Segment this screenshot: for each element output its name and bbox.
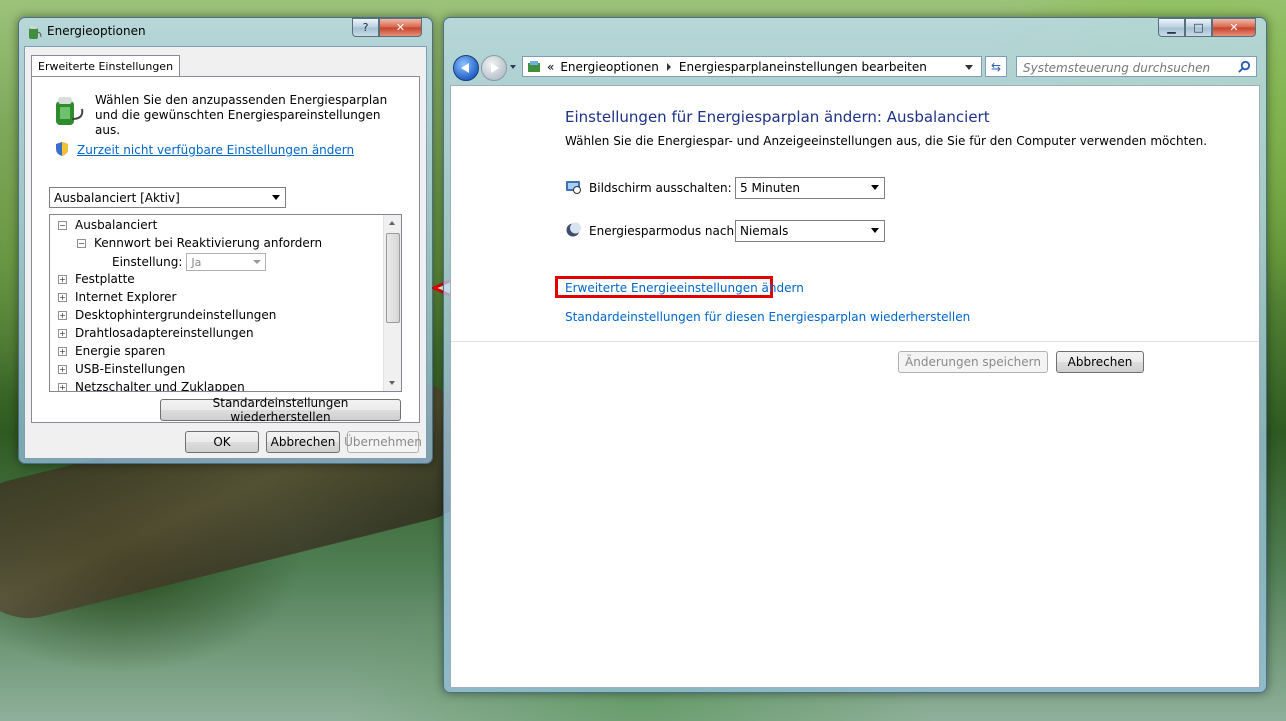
scroll-down-icon[interactable] [389, 381, 395, 385]
expand-icon[interactable]: + [58, 292, 67, 302]
sleep-moon-icon [566, 222, 581, 237]
tree-item-label: Internet Explorer [75, 290, 177, 304]
tree-item-label: Festplatte [75, 272, 135, 286]
display-off-value: 5 Minuten [740, 181, 801, 195]
address-dropdown-icon[interactable] [965, 65, 973, 70]
dialog-client: Erweiterte Einstellungen Wählen Sie den … [24, 46, 427, 459]
save-changes-button[interactable]: Änderungen speichern [898, 351, 1048, 373]
power-options-dialog: Energieoptionen ? ✕ Erweiterte Einstellu… [18, 17, 433, 464]
tree-setting-row: Einstellung: Ja [112, 253, 267, 271]
help-button[interactable]: ? [352, 18, 379, 37]
collapse-icon[interactable]: − [58, 220, 67, 230]
sleep-value: Niemals [740, 224, 789, 238]
expand-icon[interactable]: + [58, 346, 67, 356]
tree-item-label: Ausbalanciert [75, 218, 158, 232]
page-title: Einstellungen für Energiesparplan ändern… [565, 108, 990, 126]
tree-item-root[interactable]: − Ausbalanciert [58, 216, 157, 234]
search-input[interactable] [1021, 58, 1235, 77]
forward-arrow-icon [491, 63, 499, 73]
setting-select[interactable]: Ja [186, 253, 267, 271]
tab-panel: Wählen Sie den anzupassenden Energiespar… [31, 76, 420, 424]
dialog-description: Wählen Sie den anzupassenden Energiespar… [95, 93, 388, 137]
display-off-label: Bildschirm ausschalten: [589, 181, 732, 195]
breadcrumb-prefix: « [547, 59, 555, 74]
tree-item-label: Desktophintergrundeinstellungen [75, 308, 277, 322]
tree-scrollbar[interactable] [383, 215, 401, 391]
expand-icon[interactable]: + [58, 382, 67, 391]
tab-label: Erweiterte Einstellungen [38, 59, 174, 73]
refresh-button[interactable]: ⇆ [985, 56, 1007, 77]
power-plan-icon [29, 26, 42, 39]
dialog-titlebar[interactable]: Energieoptionen ? ✕ [19, 18, 432, 46]
tree-item-password[interactable]: − Kennwort bei Reaktivierung anfordern [77, 234, 322, 252]
display-icon [566, 181, 581, 194]
maximize-button[interactable]: □ [1185, 18, 1212, 37]
tree-item-label: Netzschalter und Zuklappen [75, 380, 245, 392]
collapse-icon[interactable]: − [77, 238, 86, 248]
chevron-down-icon [253, 260, 262, 264]
search-box[interactable] [1016, 56, 1257, 77]
tab-advanced-settings[interactable]: Erweiterte Einstellungen [31, 55, 181, 76]
tree-item[interactable]: + Festplatte [58, 270, 135, 288]
tree-item[interactable]: + Drahtlosadaptereinstellungen [58, 324, 254, 342]
setting-label: Einstellung: [112, 255, 183, 269]
breadcrumb-energieoptionen[interactable]: Energieoptionen [560, 60, 659, 74]
dialog-title: Energieoptionen [47, 24, 146, 38]
back-button[interactable] [453, 55, 479, 81]
tree-item-label: Drahtlosadaptereinstellungen [75, 326, 254, 340]
history-dropdown-icon[interactable] [510, 65, 516, 69]
sleep-label: Energiesparmodus nach: [589, 224, 739, 238]
advanced-settings-link[interactable]: Erweiterte Energieeinstellungen ändern [565, 281, 804, 295]
battery-plug-icon [56, 97, 84, 125]
apply-button[interactable]: Übernehmen [344, 431, 422, 453]
cancel-button[interactable]: Abbrechen [1056, 351, 1144, 373]
change-unavailable-settings-link[interactable]: Zurzeit nicht verfügbare Einstellungen ä… [77, 143, 354, 157]
breadcrumb-current[interactable]: Energiesparplaneinstellungen bearbeiten [679, 60, 927, 74]
expand-icon[interactable]: + [58, 328, 67, 338]
plan-select-value: Ausbalanciert [Aktiv] [54, 190, 180, 205]
control-panel-icon [528, 60, 540, 72]
window-titlebar[interactable]: ▁ □ ✕ [444, 18, 1266, 46]
ok-button[interactable]: OK [185, 431, 259, 453]
chevron-down-icon [871, 185, 879, 190]
restore-defaults-button[interactable]: Standardeinstellungen wiederherstellen [160, 396, 401, 424]
tree-item-label: USB-Einstellungen [75, 362, 186, 376]
tree-item-label: Energie sparen [75, 344, 166, 358]
restore-plan-defaults-link[interactable]: Standardeinstellungen für diesen Energie… [565, 310, 970, 324]
plan-select[interactable]: Ausbalanciert [Aktiv] [49, 187, 286, 208]
cancel-button[interactable]: Abbrechen [266, 431, 340, 453]
forward-button[interactable] [481, 55, 507, 81]
scroll-up-icon[interactable] [389, 221, 395, 225]
uac-shield-icon [56, 142, 68, 156]
expand-icon[interactable]: + [58, 310, 67, 320]
expand-icon[interactable]: + [58, 364, 67, 374]
search-icon[interactable] [1238, 60, 1251, 73]
address-bar[interactable]: « Energieoptionen Energiesparplaneinstel… [522, 56, 982, 77]
settings-tree[interactable]: − Ausbalanciert − Kennwort bei Reaktivie… [49, 214, 402, 392]
back-arrow-icon [461, 63, 469, 73]
tree-item[interactable]: + USB-Einstellungen [58, 360, 185, 378]
tree-item-label: Kennwort bei Reaktivierung anfordern [94, 236, 323, 250]
scrollbar-thumb[interactable] [386, 233, 400, 323]
expand-icon[interactable]: + [58, 274, 67, 284]
close-button[interactable]: ✕ [379, 18, 422, 37]
tree-item[interactable]: + Energie sparen [58, 342, 165, 360]
tree-item[interactable]: + Desktophintergrundeinstellungen [58, 306, 276, 324]
divider [451, 341, 1259, 342]
refresh-icon: ⇆ [990, 59, 1002, 74]
close-button[interactable]: ✕ [1212, 18, 1256, 37]
page-subtitle: Wählen Sie die Energiespar- und Anzeigee… [565, 134, 1208, 148]
chevron-down-icon [871, 228, 879, 233]
sleep-select[interactable]: Niemals [735, 220, 885, 242]
display-off-select[interactable]: 5 Minuten [735, 177, 885, 199]
chevron-down-icon [272, 195, 280, 200]
control-panel-window: ▁ □ ✕ « Energieoptionen Energiesparplane… [443, 17, 1267, 693]
minimize-button[interactable]: ▁ [1158, 18, 1185, 37]
tree-item[interactable]: + Internet Explorer [58, 288, 176, 306]
content-pane: Einstellungen für Energiesparplan ändern… [450, 85, 1260, 688]
breadcrumb-separator-icon [666, 62, 671, 71]
setting-value: Ja [191, 255, 202, 269]
tree-item[interactable]: + Netzschalter und Zuklappen [58, 378, 245, 392]
